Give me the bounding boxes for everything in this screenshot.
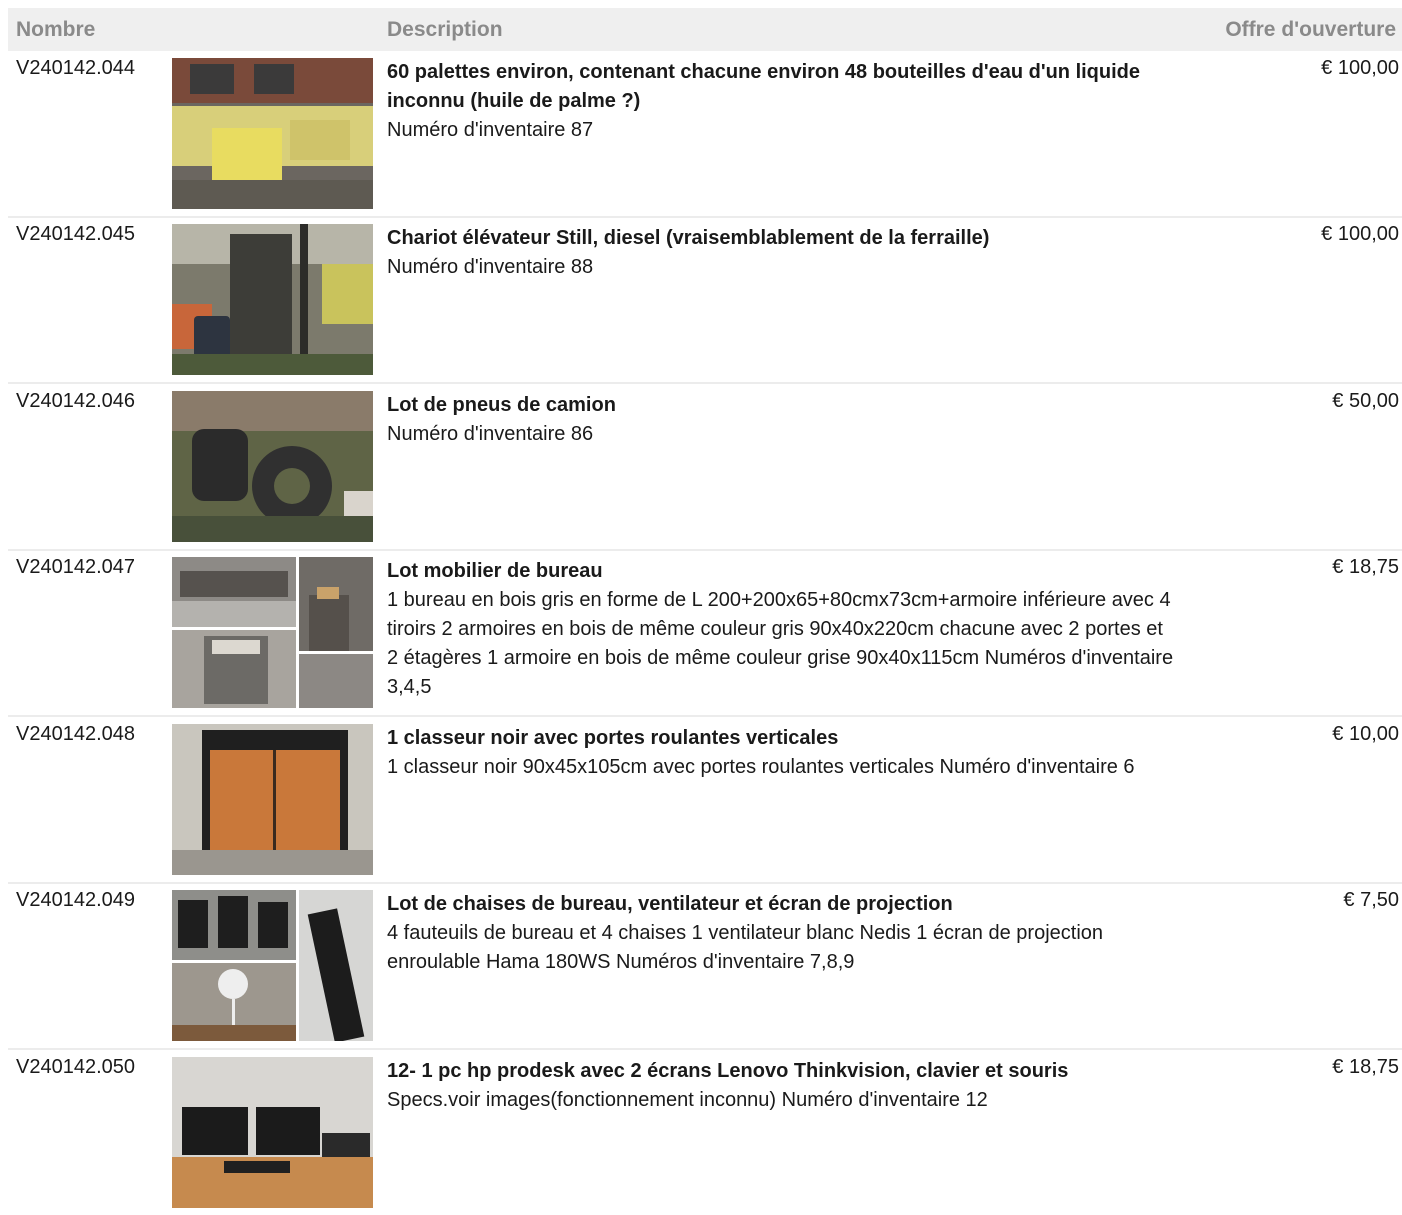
- lot-title[interactable]: Lot mobilier de bureau: [387, 557, 1177, 586]
- opening-bid: € 10,00: [1332, 723, 1399, 745]
- lot-details: Specs.voir images(fonctionnement inconnu…: [387, 1089, 988, 1111]
- table-row[interactable]: V240142.046 Lot de pneus de camion Numér…: [8, 385, 1402, 551]
- lot-description: 1 classeur noir avec portes roulantes ve…: [387, 724, 1177, 782]
- lot-thumbnail[interactable]: [172, 1057, 373, 1208]
- lot-title[interactable]: Chariot élévateur Still, diesel (vraisem…: [387, 224, 1177, 253]
- tires-photo: [172, 391, 373, 542]
- lot-title[interactable]: Lot de chaises de bureau, ventilateur et…: [387, 890, 1177, 919]
- opening-bid: € 7,50: [1343, 889, 1399, 911]
- opening-bid: € 18,75: [1332, 1056, 1399, 1078]
- cabinet-photo: [172, 724, 373, 875]
- table-row[interactable]: V240142.045 Chariot élévateur Still, die…: [8, 218, 1402, 384]
- chairs-fan-screen-collage: [172, 890, 296, 960]
- lot-thumbnail[interactable]: [172, 724, 373, 875]
- table-row[interactable]: V240142.048 1 classeur noir avec portes …: [8, 718, 1402, 884]
- lot-title[interactable]: 60 palettes environ, contenant chacune e…: [387, 58, 1177, 116]
- lot-thumbnail[interactable]: [172, 391, 373, 542]
- lot-number[interactable]: V240142.048: [16, 723, 135, 746]
- forklift-photo: [172, 224, 373, 375]
- lot-number[interactable]: V240142.045: [16, 223, 135, 246]
- lot-title[interactable]: 12- 1 pc hp prodesk avec 2 écrans Lenovo…: [387, 1057, 1177, 1086]
- lot-number[interactable]: V240142.050: [16, 1056, 135, 1079]
- opening-bid: € 100,00: [1321, 57, 1399, 79]
- table-row[interactable]: V240142.050 12- 1 pc hp prodesk avec 2 é…: [8, 1051, 1402, 1215]
- lot-details: Numéro d'inventaire 87: [387, 119, 594, 141]
- lot-title[interactable]: 1 classeur noir avec portes roulantes ve…: [387, 724, 1177, 753]
- office-furniture-collage: [172, 557, 296, 627]
- lot-thumbnail[interactable]: [172, 890, 373, 1041]
- lot-details: 1 classeur noir 90x45x105cm avec portes …: [387, 756, 1135, 778]
- lot-number[interactable]: V240142.046: [16, 390, 135, 413]
- lot-description: Chariot élévateur Still, diesel (vraisem…: [387, 224, 1177, 282]
- lot-description: 60 palettes environ, contenant chacune e…: [387, 58, 1177, 145]
- opening-bid: € 50,00: [1332, 390, 1399, 412]
- lot-number[interactable]: V240142.049: [16, 889, 135, 912]
- lot-thumbnail[interactable]: [172, 224, 373, 375]
- lot-description: Lot mobilier de bureau 1 bureau en bois …: [387, 557, 1177, 702]
- lot-details: 4 fauteuils de bureau et 4 chaises 1 ven…: [387, 922, 1104, 973]
- lot-number[interactable]: V240142.044: [16, 57, 135, 80]
- lot-thumbnail[interactable]: [172, 58, 373, 209]
- table-row[interactable]: V240142.047 Lot mobilier de bureau 1 bur…: [8, 551, 1402, 717]
- column-header-description[interactable]: Description: [387, 18, 503, 42]
- column-header-opening-bid[interactable]: Offre d'ouverture: [1225, 18, 1396, 42]
- lot-number[interactable]: V240142.047: [16, 556, 135, 579]
- lot-details: Numéro d'inventaire 86: [387, 423, 594, 445]
- computer-desk-photo: [172, 1057, 373, 1208]
- lot-details: Numéro d'inventaire 88: [387, 256, 594, 278]
- lot-description: Lot de pneus de camion Numéro d'inventai…: [387, 391, 1177, 449]
- lot-description: Lot de chaises de bureau, ventilateur et…: [387, 890, 1177, 977]
- column-header-number[interactable]: Nombre: [16, 18, 95, 42]
- lot-description: 12- 1 pc hp prodesk avec 2 écrans Lenovo…: [387, 1057, 1177, 1115]
- lot-thumbnail[interactable]: [172, 557, 373, 708]
- opening-bid: € 18,75: [1332, 556, 1399, 578]
- table-row[interactable]: V240142.044 60 palettes environ, contena…: [8, 52, 1402, 218]
- lot-title[interactable]: Lot de pneus de camion: [387, 391, 1177, 420]
- table-row[interactable]: V240142.049 Lot de chaises de bureau, ve…: [8, 884, 1402, 1050]
- table-header: Nombre Description Offre d'ouverture: [8, 8, 1402, 51]
- lot-details: 1 bureau en bois gris en forme de L 200+…: [387, 589, 1174, 698]
- pallets-photo: [172, 58, 373, 209]
- opening-bid: € 100,00: [1321, 223, 1399, 245]
